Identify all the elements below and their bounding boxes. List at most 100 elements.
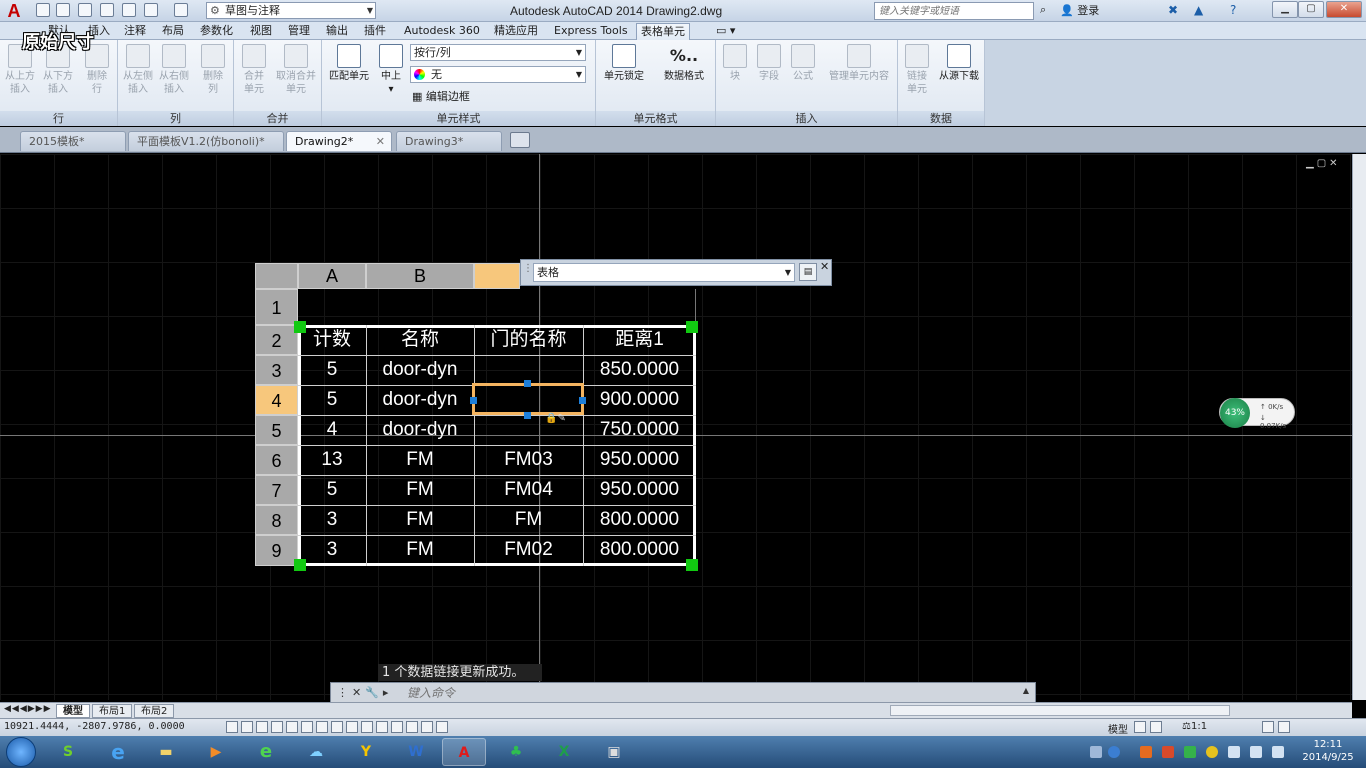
table-cell[interactable]: 5 — [298, 385, 366, 415]
quick-view-layouts-icon[interactable] — [1134, 721, 1146, 733]
row-header[interactable]: 7 — [255, 475, 298, 505]
tab-autodesk-360[interactable]: Autodesk 360 — [400, 23, 484, 40]
table-header-cell[interactable]: 距离1 — [583, 325, 696, 355]
cell-grip[interactable] — [524, 380, 531, 387]
table-cell[interactable]: 4 — [298, 415, 366, 445]
quick-properties-icon[interactable] — [406, 721, 418, 733]
tab-nav-arrows-icon[interactable]: ◀◀◀▶▶▶ — [4, 704, 52, 714]
cell-grip[interactable] — [579, 397, 586, 404]
align-button[interactable]: 中上 ▾ — [376, 44, 406, 96]
table-cell[interactable]: FM — [366, 505, 474, 535]
formula-button[interactable]: 公式 — [788, 44, 818, 83]
cell-grip[interactable] — [524, 412, 531, 419]
file-tab[interactable]: 2015模板* — [20, 131, 126, 151]
edit-borders-button[interactable]: ▦ 编辑边框 — [412, 90, 470, 103]
table-style-dialog-icon[interactable]: ▤ — [799, 263, 817, 281]
tab-view[interactable]: 视图 — [246, 23, 276, 40]
taskbar-media-icon[interactable]: ▶ — [194, 738, 238, 766]
match-cell-button[interactable]: 匹配单元 — [326, 44, 372, 83]
table-cell[interactable]: FM — [366, 445, 474, 475]
row-header-selected[interactable]: 4 — [255, 385, 298, 415]
tray-flag-icon[interactable] — [1162, 746, 1174, 758]
save-as-icon[interactable] — [100, 3, 114, 17]
autocad-logo-icon[interactable]: A — [0, 0, 28, 22]
table-cell[interactable]: 800.0000 — [583, 535, 696, 565]
login-button[interactable]: 👤 登录 — [1060, 3, 1099, 19]
horizontal-scrollbar[interactable] — [890, 705, 1230, 716]
insert-left-button[interactable]: 从左侧 插入 — [120, 44, 156, 96]
taskbar-app-icon[interactable]: Y — [344, 738, 388, 766]
open-icon[interactable] — [56, 3, 70, 17]
tray-help-icon[interactable] — [1108, 746, 1120, 758]
new-tab-icon[interactable] — [510, 132, 530, 148]
taskbar-autocad-icon[interactable]: A — [442, 738, 486, 766]
cell-style-dropdown[interactable]: 按行/列 ▼ — [410, 44, 586, 61]
table-cell[interactable]: FM — [366, 475, 474, 505]
manage-content-button[interactable]: 管理单元内容 — [824, 44, 894, 83]
column-header[interactable]: B — [366, 263, 474, 289]
table-cell[interactable]: 5 — [298, 475, 366, 505]
close-icon[interactable]: ✕ — [376, 132, 385, 151]
help-icon[interactable]: ? — [1230, 3, 1236, 17]
tab-manage[interactable]: 管理 — [284, 23, 314, 40]
row-header[interactable]: 6 — [255, 445, 298, 475]
lineweight-icon[interactable] — [376, 721, 388, 733]
polar-icon[interactable] — [286, 721, 298, 733]
command-line-controls-icon[interactable]: ⋮✕🔧▸ — [337, 686, 392, 699]
corner-header[interactable] — [255, 263, 298, 289]
tab-annotate[interactable]: 注释 — [120, 23, 150, 40]
redo-icon[interactable] — [174, 3, 188, 17]
table-grip[interactable] — [294, 321, 306, 333]
tab-plugins[interactable]: 插件 — [360, 23, 390, 40]
table-grip[interactable] — [686, 559, 698, 571]
start-button[interactable] — [6, 737, 36, 767]
taskbar-app-360-icon[interactable]: S — [46, 738, 90, 766]
table-header-cell[interactable]: 计数 — [298, 325, 366, 355]
table-cell[interactable]: FM — [366, 535, 474, 565]
table-style-dropdown[interactable]: 表格 ▼ — [533, 263, 795, 282]
print-icon[interactable] — [122, 3, 136, 17]
row-header[interactable]: 2 — [255, 325, 298, 355]
minimize-button[interactable]: ▁ — [1272, 1, 1298, 18]
delete-col-button[interactable]: 删除 列 — [196, 44, 230, 96]
taskbar-word-icon[interactable]: W — [394, 738, 438, 766]
taskbar-tree-icon[interactable]: ♣ — [494, 738, 538, 766]
insert-right-button[interactable]: 从右侧 插入 — [156, 44, 192, 96]
grid-icon[interactable] — [256, 721, 268, 733]
data-format-button[interactable]: %.. 数据格式 — [658, 44, 710, 83]
lock-icon[interactable] — [1278, 721, 1290, 733]
infer-constraints-icon[interactable] — [226, 721, 238, 733]
tab-layout1[interactable]: 布局1 — [92, 704, 133, 718]
column-header-selected[interactable] — [474, 263, 520, 289]
table-cell[interactable]: 750.0000 — [583, 415, 696, 445]
table-cell[interactable]: FM — [474, 505, 583, 535]
merge-cells-button[interactable]: 合并 单元 — [238, 44, 270, 96]
exchange-icon[interactable]: ✖ — [1168, 3, 1178, 17]
ortho-icon[interactable] — [271, 721, 283, 733]
table-cell[interactable]: 3 — [298, 535, 366, 565]
unmerge-cells-button[interactable]: 取消合并 单元 — [272, 44, 320, 96]
file-tab[interactable]: Drawing2* ✕ — [286, 131, 392, 151]
cell-lock-button[interactable]: 单元锁定 — [600, 44, 648, 83]
close-icon[interactable]: ✕ — [820, 260, 829, 273]
chevron-up-icon[interactable]: ▲ — [1023, 686, 1029, 695]
workspace-dropdown[interactable]: ⚙ 草图与注释 ▼ — [206, 2, 376, 19]
table-cell[interactable]: FM02 — [474, 535, 583, 565]
row-header[interactable]: 9 — [255, 535, 298, 566]
insert-field-button[interactable]: 字段 — [754, 44, 784, 83]
workspace-switch-icon[interactable] — [1262, 721, 1274, 733]
table-header-cell[interactable]: 名称 — [366, 325, 474, 355]
network-speed-widget[interactable]: 43% ↑ 0K/s ↓ 0.07K/s — [1219, 398, 1295, 430]
tray-shield-icon[interactable] — [1184, 746, 1196, 758]
3d-osnap-icon[interactable] — [316, 721, 328, 733]
undo-icon[interactable] — [144, 3, 158, 17]
save-icon[interactable] — [78, 3, 92, 17]
table-cell[interactable]: 950.0000 — [583, 475, 696, 505]
taskbar-explorer-icon[interactable]: ▬ — [144, 738, 188, 766]
taskbar-ie-icon[interactable]: e — [96, 738, 140, 766]
link-cell-button[interactable]: 链接 单元 — [900, 44, 934, 96]
file-tab[interactable]: Drawing3* — [396, 131, 502, 151]
otrack-icon[interactable] — [331, 721, 343, 733]
table-cell[interactable]: door-dyn — [366, 385, 474, 415]
tab-output[interactable]: 输出 — [322, 23, 352, 40]
